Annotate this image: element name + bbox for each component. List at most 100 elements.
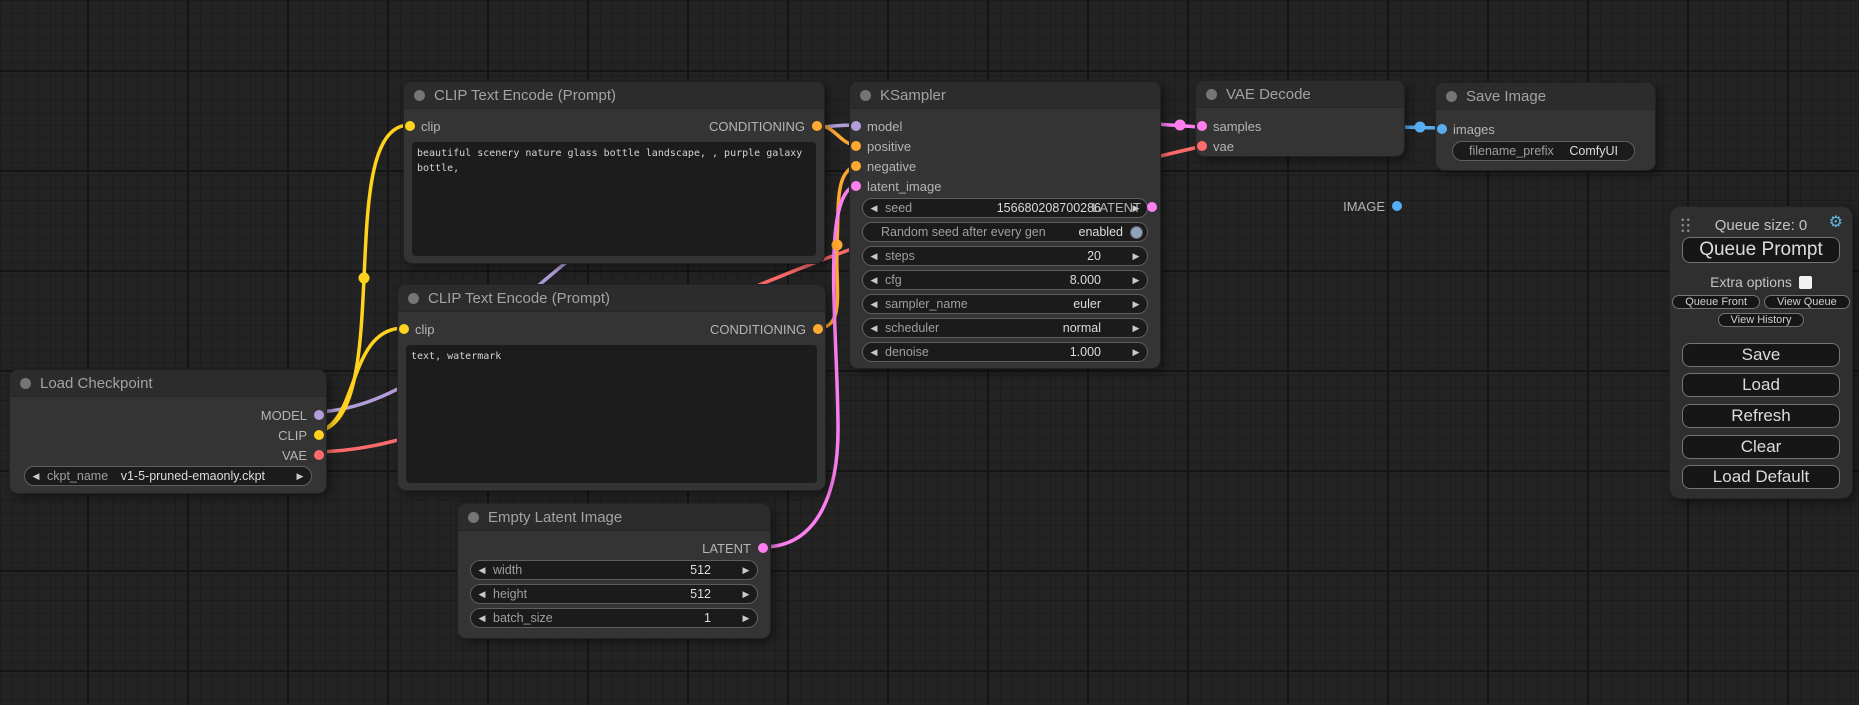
queue-front-button[interactable]: Queue Front xyxy=(1672,295,1760,309)
ckpt-name-widget[interactable]: ◀ ckpt_name v1-5-pruned-emaonly.ckpt ▶ xyxy=(24,466,312,486)
node-vae-decode[interactable]: VAE Decode IMAGE samples vae xyxy=(1196,81,1404,156)
input-label: positive xyxy=(867,139,911,154)
decrement-arrow-icon[interactable]: ◀ xyxy=(25,471,47,482)
input-row-samples: samples xyxy=(1196,116,1404,136)
latent-image-input-port[interactable] xyxy=(851,181,861,191)
increment-arrow-icon[interactable]: ▶ xyxy=(735,613,757,624)
images-input-port[interactable] xyxy=(1437,124,1447,134)
conditioning-wire-dot[interactable] xyxy=(832,240,843,251)
conditioning-output-port[interactable] xyxy=(812,121,822,131)
collapse-dot-icon[interactable] xyxy=(414,90,425,101)
widget-label: cfg xyxy=(885,273,902,287)
negative-input-port[interactable] xyxy=(851,161,861,171)
clip-input-port[interactable] xyxy=(405,121,415,131)
increment-arrow-icon[interactable]: ▶ xyxy=(735,589,757,600)
latent-output-port[interactable] xyxy=(758,543,768,553)
node-title-bar[interactable]: Empty Latent Image xyxy=(458,504,770,531)
input-label: model xyxy=(867,119,902,134)
load-default-button[interactable]: Load Default xyxy=(1682,465,1840,489)
widget-label: height xyxy=(493,587,527,601)
collapse-dot-icon[interactable] xyxy=(1206,89,1217,100)
increment-arrow-icon[interactable]: ▶ xyxy=(1125,347,1147,358)
increment-arrow-icon[interactable]: ▶ xyxy=(1125,323,1147,334)
filename-prefix-widget[interactable]: filename_prefix ComfyUI xyxy=(1452,141,1635,161)
node-clip-text-encode-positive[interactable]: CLIP Text Encode (Prompt) clip CONDITION… xyxy=(404,82,824,263)
clip-wire-dot[interactable] xyxy=(359,273,370,284)
save-button[interactable]: Save xyxy=(1682,343,1840,367)
node-ksampler[interactable]: KSampler LATENT model positive negative xyxy=(850,82,1160,368)
model-output-port[interactable] xyxy=(314,410,324,420)
collapse-dot-icon[interactable] xyxy=(860,90,871,101)
decrement-arrow-icon[interactable]: ◀ xyxy=(471,565,493,576)
node-title-bar[interactable]: VAE Decode xyxy=(1196,81,1404,108)
view-history-button[interactable]: View History xyxy=(1718,313,1805,327)
collapse-dot-icon[interactable] xyxy=(408,293,419,304)
vae-output-port[interactable] xyxy=(314,450,324,460)
decrement-arrow-icon[interactable]: ◀ xyxy=(471,589,493,600)
view-queue-button[interactable]: View Queue xyxy=(1764,295,1850,309)
node-load-checkpoint[interactable]: Load Checkpoint MODEL CLIP VAE ◀ ckpt_na… xyxy=(10,370,326,493)
extra-options-checkbox[interactable] xyxy=(1799,276,1812,289)
image-wire-dot[interactable] xyxy=(1415,122,1426,133)
refresh-button[interactable]: Refresh xyxy=(1682,404,1840,428)
collapse-dot-icon[interactable] xyxy=(1446,91,1457,102)
latent-wire-dot[interactable] xyxy=(1175,120,1186,131)
load-button[interactable]: Load xyxy=(1682,373,1840,397)
latent-output-port[interactable] xyxy=(1147,202,1157,212)
collapse-dot-icon[interactable] xyxy=(20,378,31,389)
node-empty-latent-image[interactable]: Empty Latent Image LATENT ◀ width 512 ▶ … xyxy=(458,504,770,638)
node-title: CLIP Text Encode (Prompt) xyxy=(434,87,616,104)
model-input-port[interactable] xyxy=(851,121,861,131)
decrement-arrow-icon[interactable]: ◀ xyxy=(863,251,885,262)
node-clip-text-encode-negative[interactable]: CLIP Text Encode (Prompt) clip CONDITION… xyxy=(398,285,825,490)
node-title-bar[interactable]: CLIP Text Encode (Prompt) xyxy=(404,82,824,109)
denoise-widget[interactable]: ◀ denoise 1.000 ▶ xyxy=(862,342,1148,362)
prompt-textarea[interactable]: beautiful scenery nature glass bottle la… xyxy=(412,142,816,256)
node-title-bar[interactable]: Load Checkpoint xyxy=(10,370,326,397)
node-title: VAE Decode xyxy=(1226,86,1311,103)
decrement-arrow-icon[interactable]: ◀ xyxy=(863,299,885,310)
increment-arrow-icon[interactable]: ▶ xyxy=(1125,299,1147,310)
toggle-knob-icon[interactable] xyxy=(1130,226,1143,239)
widget-value: euler xyxy=(1073,297,1125,311)
node-title-bar[interactable]: CLIP Text Encode (Prompt) xyxy=(398,285,825,312)
node-title-bar[interactable]: Save Image xyxy=(1436,83,1655,110)
batch-size-widget[interactable]: ◀ batch_size 1 ▶ xyxy=(470,608,758,628)
increment-arrow-icon[interactable]: ▶ xyxy=(1125,275,1147,286)
collapse-dot-icon[interactable] xyxy=(468,512,479,523)
widget-value: 1.000 xyxy=(1070,345,1125,359)
clip-output-port[interactable] xyxy=(314,430,324,440)
prompt-textarea[interactable]: text, watermark xyxy=(406,345,817,483)
input-row-negative: negative xyxy=(850,156,1160,176)
queue-prompt-button[interactable]: Queue Prompt xyxy=(1682,237,1840,263)
clear-button[interactable]: Clear xyxy=(1682,435,1840,459)
width-widget[interactable]: ◀ width 512 ▶ xyxy=(470,560,758,580)
image-output-port[interactable] xyxy=(1392,201,1402,211)
sampler-name-widget[interactable]: ◀ sampler_name euler ▶ xyxy=(862,294,1148,314)
decrement-arrow-icon[interactable]: ◀ xyxy=(863,275,885,286)
random-seed-widget[interactable]: Random seed after every gen enabled xyxy=(862,222,1148,242)
input-label: vae xyxy=(1213,139,1234,154)
input-row-vae: vae xyxy=(1196,136,1404,156)
node-title: KSampler xyxy=(880,87,946,104)
clip-input-port[interactable] xyxy=(399,324,409,334)
increment-arrow-icon[interactable]: ▶ xyxy=(289,471,311,482)
conditioning-output-port[interactable] xyxy=(813,324,823,334)
increment-arrow-icon[interactable]: ▶ xyxy=(1125,251,1147,262)
increment-arrow-icon[interactable]: ▶ xyxy=(735,565,757,576)
decrement-arrow-icon[interactable]: ◀ xyxy=(471,613,493,624)
decrement-arrow-icon[interactable]: ◀ xyxy=(863,347,885,358)
height-widget[interactable]: ◀ height 512 ▶ xyxy=(470,584,758,604)
scheduler-widget[interactable]: ◀ scheduler normal ▶ xyxy=(862,318,1148,338)
positive-input-port[interactable] xyxy=(851,141,861,151)
input-label: clip xyxy=(421,119,441,134)
node-title-bar[interactable]: KSampler xyxy=(850,82,1160,109)
vae-input-port[interactable] xyxy=(1197,141,1207,151)
cfg-widget[interactable]: ◀ cfg 8.000 ▶ xyxy=(862,270,1148,290)
node-graph-canvas[interactable]: Load Checkpoint MODEL CLIP VAE ◀ ckpt_na… xyxy=(0,0,1859,705)
decrement-arrow-icon[interactable]: ◀ xyxy=(863,323,885,334)
settings-gear-icon[interactable]: ⚙ xyxy=(1829,214,1843,232)
steps-widget[interactable]: ◀ steps 20 ▶ xyxy=(862,246,1148,266)
node-save-image[interactable]: Save Image images filename_prefix ComfyU… xyxy=(1436,83,1655,170)
samples-input-port[interactable] xyxy=(1197,121,1207,131)
